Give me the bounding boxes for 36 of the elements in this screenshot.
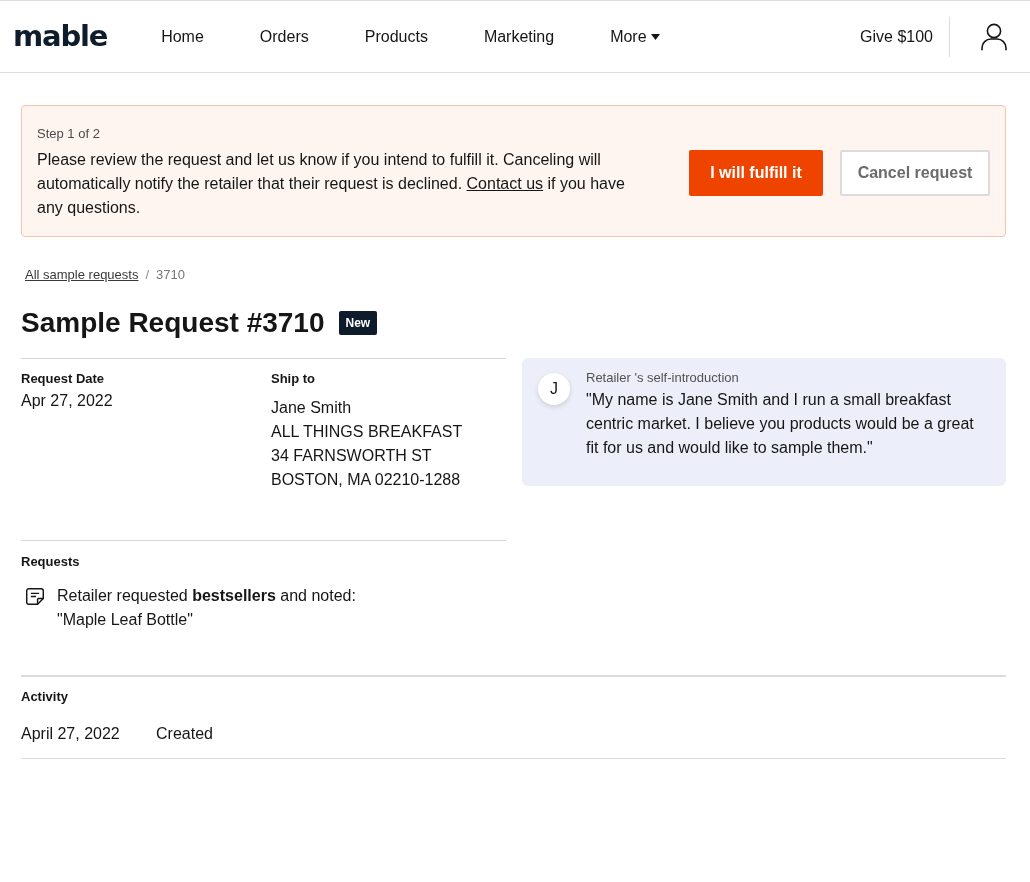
address-line: Jane Smith: [271, 398, 352, 418]
nav-link[interactable]: Products: [364, 26, 428, 47]
section-heading: Requests: [21, 554, 80, 570]
nav-link[interactable]: Marketing: [483, 26, 555, 47]
avatar: J: [538, 373, 570, 405]
cancel-button[interactable]: Cancel request: [840, 150, 990, 196]
give-link[interactable]: Give $100: [860, 26, 933, 47]
nav-dropdown[interactable]: More: [610, 26, 660, 47]
status-badge: New: [338, 311, 378, 335]
logo[interactable]: mable: [13, 19, 108, 52]
contact-link[interactable]: Contact us: [466, 175, 544, 192]
activity-date: April 27, 2022: [21, 724, 121, 744]
address-line: ALL THINGS BREAKFAST: [271, 422, 463, 442]
breadcrumb-separator: /: [145, 267, 150, 283]
request-text: Retailer requested bestsellers and noted:: [57, 586, 356, 606]
nav-link[interactable]: Orders: [259, 26, 309, 47]
breadcrumb-link[interactable]: All sample requests: [25, 267, 139, 283]
notice-message: Please review the request and let us know if you intend to fulfill it. Canceling will automatically notify the retailer that their request is declined. Contact us if you have any questions.: [37, 150, 626, 218]
address-line: 34 FARNSWORTH ST: [271, 446, 432, 466]
caret-icon: [650, 33, 660, 40]
introduction-text: "My name is Jane Smith and I run a small breakfast centric market. I believe you products would be a great fit for us and would like to sample them.": [586, 390, 975, 458]
nav-link[interactable]: Home: [161, 26, 204, 47]
field-label: Request Date: [21, 371, 105, 387]
address-line: BOSTON, MA 02210-1288: [271, 470, 461, 490]
fulfill-button[interactable]: I will fulfill it: [689, 150, 823, 196]
page-title: Sample Request #3710: [21, 306, 325, 340]
note-icon: [26, 588, 44, 605]
introduction-label: Retailer 's self-introduction: [586, 370, 739, 386]
request-note: "Maple Leaf Bottle": [57, 610, 193, 630]
breadcrumb-current-page: 3710: [156, 267, 185, 283]
section-heading: Activity: [21, 689, 68, 705]
request-date: Apr 27, 2022: [21, 391, 113, 411]
user-icon[interactable]: [981, 22, 1007, 51]
activity-event: Created: [156, 724, 213, 744]
step-indicator: Step 1 of 2: [37, 126, 100, 142]
field-label: Ship to: [271, 371, 316, 387]
